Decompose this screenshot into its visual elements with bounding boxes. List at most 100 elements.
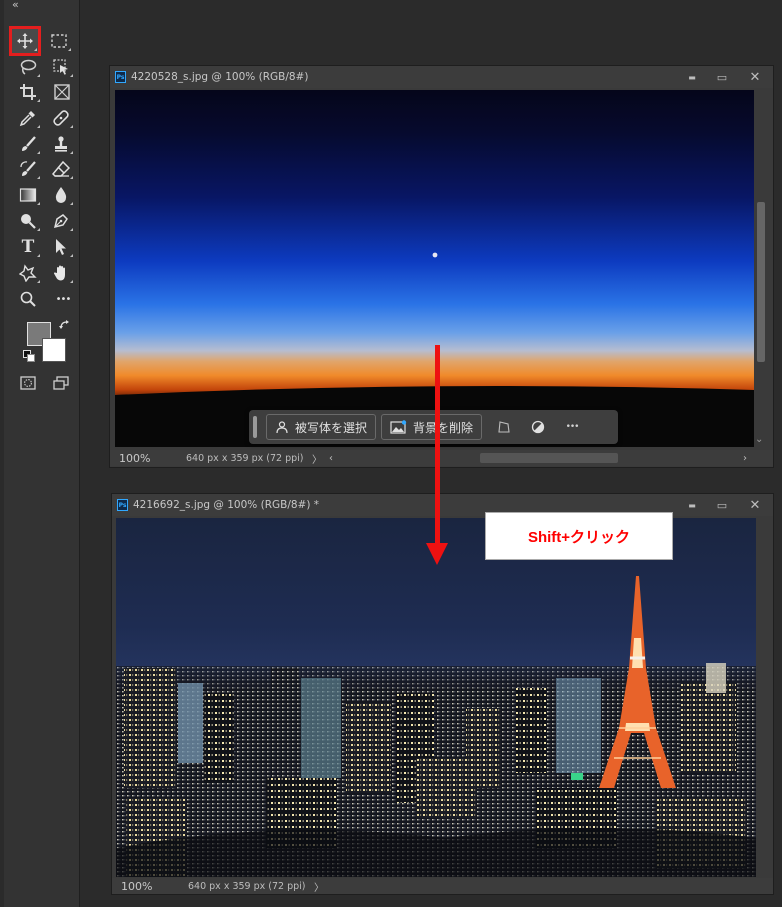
path-select-tool[interactable] xyxy=(48,235,74,259)
close-button[interactable]: ✕ xyxy=(737,66,773,88)
scroll-right-icon[interactable]: › xyxy=(743,453,747,464)
image-remove-bg-icon xyxy=(390,420,407,434)
close-icon: ✕ xyxy=(749,69,761,85)
bandage-icon xyxy=(53,110,69,126)
minimize-icon: ▬ xyxy=(688,72,696,82)
screen-mode-icon xyxy=(53,376,69,390)
pen-tool[interactable] xyxy=(48,209,74,233)
dodge-icon xyxy=(21,214,36,229)
type-icon: T xyxy=(21,237,35,257)
history-brush-tool[interactable] xyxy=(15,157,41,181)
image-canvas-city[interactable] xyxy=(116,518,756,877)
frame-tool[interactable] xyxy=(49,80,75,104)
tools-panel: « T ••• xyxy=(4,0,80,907)
drop-icon xyxy=(55,187,67,203)
move-icon xyxy=(17,33,33,49)
document-info: 640 px x 359 px (72 ppi) xyxy=(188,880,306,892)
photoshop-file-icon: Ps xyxy=(115,71,126,83)
screen-mode-button[interactable] xyxy=(48,371,74,395)
taskbar-drag-handle[interactable] xyxy=(253,416,257,438)
photoshop-file-icon: Ps xyxy=(117,499,128,511)
document-title: 4220528_s.jpg @ 100% (RGB/8#) xyxy=(131,71,309,83)
shape-tool[interactable] xyxy=(15,261,41,285)
document-title: 4216692_s.jpg @ 100% (RGB/8#) * xyxy=(133,499,320,511)
scroll-down-icon[interactable]: ⌄ xyxy=(755,434,763,445)
document-window-sky: Ps 4220528_s.jpg @ 100% (RGB/8#) ▬ ▭ ✕ ⌄… xyxy=(109,65,774,468)
lasso-tool[interactable] xyxy=(15,55,41,79)
scroll-left-icon[interactable]: ‹ xyxy=(324,453,338,464)
eraser-tool[interactable] xyxy=(48,157,74,181)
swap-colors-icon[interactable] xyxy=(59,319,71,331)
gradient-tool[interactable] xyxy=(15,183,41,207)
close-button[interactable]: ✕ xyxy=(737,494,773,516)
stamp-icon xyxy=(55,136,67,152)
default-colors-icon[interactable] xyxy=(23,350,35,362)
move-tool[interactable] xyxy=(9,26,41,56)
transform-button[interactable] xyxy=(487,414,521,440)
arrow-select-icon xyxy=(56,239,66,255)
background-color-swatch[interactable] xyxy=(42,338,66,362)
more-icon: ••• xyxy=(565,422,580,432)
eraser-icon xyxy=(52,160,70,177)
chevron-right-icon[interactable]: 〉 xyxy=(312,879,326,894)
object-select-tool[interactable] xyxy=(48,55,74,79)
status-bar: 100% 640 px x 359 px (72 ppi) 〉 ‹ › xyxy=(110,450,773,466)
brush-tool[interactable] xyxy=(15,132,41,156)
document-info: 640 px x 359 px (72 ppi) xyxy=(186,452,304,464)
lasso-icon xyxy=(20,59,37,75)
hand-tool[interactable] xyxy=(48,261,74,285)
more-options-button[interactable]: ••• xyxy=(555,414,589,440)
custom-shape-icon xyxy=(19,264,37,282)
healing-brush-tool[interactable] xyxy=(48,106,74,130)
maximize-button[interactable]: ▭ xyxy=(707,66,737,88)
clone-stamp-tool[interactable] xyxy=(48,132,74,156)
rect-marquee-icon xyxy=(51,34,67,48)
remove-background-button[interactable]: 背景を削除 xyxy=(381,414,483,440)
maximize-icon: ▭ xyxy=(716,498,728,512)
zoom-tool[interactable] xyxy=(15,287,41,311)
eyedropper-icon xyxy=(19,111,35,127)
collapse-panel-button[interactable]: « xyxy=(12,0,19,10)
frame-icon xyxy=(54,84,70,100)
minimize-button[interactable]: ▬ xyxy=(677,66,707,88)
shift-click-callout: Shift+クリック xyxy=(485,512,673,560)
more-tools[interactable]: ••• xyxy=(50,287,76,311)
gradient-icon xyxy=(19,188,37,202)
select-subject-button[interactable]: 被写体を選択 xyxy=(266,414,377,440)
person-select-icon xyxy=(276,421,288,434)
more-icon: ••• xyxy=(55,293,72,305)
minimize-button[interactable]: ▬ xyxy=(677,494,707,516)
drag-arrow-shaft xyxy=(435,345,440,545)
history-brush-icon xyxy=(20,161,36,176)
eyedropper-tool[interactable] xyxy=(15,106,41,130)
pen-icon xyxy=(53,214,68,229)
zoom-icon xyxy=(20,291,36,307)
chevron-right-icon[interactable]: 〉 xyxy=(310,451,324,466)
select-subject-label: 被写体を選択 xyxy=(295,420,368,435)
zoom-level[interactable]: 100% xyxy=(110,452,162,465)
maximize-button[interactable]: ▭ xyxy=(707,494,737,516)
blur-tool[interactable] xyxy=(48,183,74,207)
object-select-icon xyxy=(53,59,68,75)
crop-icon xyxy=(20,84,36,100)
document-tab[interactable]: Ps 4220528_s.jpg @ 100% (RGB/8#) ▬ ▭ ✕ xyxy=(110,66,773,88)
transform-icon xyxy=(498,421,510,433)
adjustment-icon xyxy=(531,420,545,434)
adjustment-button[interactable] xyxy=(521,414,555,440)
quick-mask-icon xyxy=(20,376,36,390)
crop-tool[interactable] xyxy=(15,80,41,104)
vertical-scroll-thumb[interactable] xyxy=(757,202,765,362)
document-tab[interactable]: Ps 4216692_s.jpg @ 100% (RGB/8#) * ▬ ▭ ✕ xyxy=(112,494,773,516)
type-tool[interactable]: T xyxy=(15,235,41,259)
quick-mask-button[interactable] xyxy=(15,371,41,395)
status-bar: 100% 640 px x 359 px (72 ppi) 〉 xyxy=(112,878,773,894)
dodge-tool[interactable] xyxy=(15,209,41,233)
horizontal-scroll-thumb[interactable] xyxy=(480,453,618,463)
marquee-tool[interactable] xyxy=(46,29,72,53)
hand-icon xyxy=(53,265,65,281)
minimize-icon: ▬ xyxy=(688,500,696,510)
remove-background-label: 背景を削除 xyxy=(413,420,474,435)
zoom-level[interactable]: 100% xyxy=(112,880,164,893)
vertical-scrollbar[interactable]: ⌄ xyxy=(755,90,767,447)
contextual-task-bar: 被写体を選択 背景を削除 ••• xyxy=(249,410,618,444)
